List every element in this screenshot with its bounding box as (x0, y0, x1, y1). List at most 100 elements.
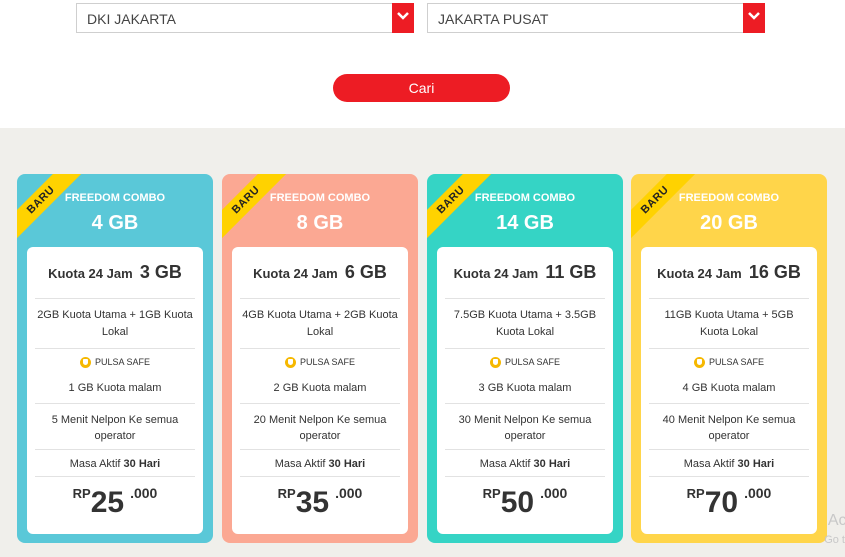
pulsa-safe: PULSA SAFE (240, 357, 400, 369)
call-minutes: 5 Menit Nelpon Ke semua operator (51, 414, 179, 442)
active-period-label: Masa Aktif (683, 458, 735, 470)
shield-icon (489, 357, 501, 369)
night-quota: 4 GB Kuota malam (682, 382, 776, 394)
active-period-value: 30 Hari (123, 458, 161, 470)
pulsa-safe-label: PULSA SAFE (708, 357, 765, 367)
kuota-value: 11 GB (545, 262, 597, 282)
pulsa-safe-label: PULSA SAFE (299, 357, 356, 367)
main-quota: 2GB Kuota Utama + 1GB Kuota Lokal (37, 309, 193, 338)
package-title: FREEDOM COMBO (64, 192, 166, 204)
divider (649, 403, 809, 404)
package-size: 14 GB (496, 212, 554, 234)
chevron-down-icon (397, 12, 409, 20)
divider (445, 476, 605, 477)
price-main: 35 (295, 486, 330, 519)
price-decimal: .000 (130, 485, 158, 501)
divider (445, 348, 605, 349)
city-dropdown-button[interactable] (743, 3, 765, 33)
package-details: Kuota 24 Jam 11 GB 7.5GB Kuota Utama + 3… (437, 247, 613, 534)
city-select-value: JAKARTA PUSAT (438, 11, 549, 27)
pulsa-safe: PULSA SAFE (35, 357, 195, 369)
price: RP35 .000 (232, 485, 408, 520)
package-details: Kuota 24 Jam 6 GB 4GB Kuota Utama + 2GB … (232, 247, 408, 534)
filter-section: DKI JAKARTA JAKARTA PUSAT Cari (0, 0, 845, 128)
kuota-24jam: Kuota 24 Jam 3 GB (35, 262, 195, 283)
price: RP70 .000 (641, 485, 817, 520)
kuota-label: Kuota 24 Jam (253, 266, 338, 281)
province-select[interactable]: DKI JAKARTA (76, 3, 414, 33)
province-dropdown-button[interactable] (392, 3, 414, 33)
active-period-value: 30 Hari (533, 458, 571, 470)
pulsa-safe: PULSA SAFE (445, 357, 605, 369)
kuota-24jam: Kuota 24 Jam 6 GB (240, 262, 400, 283)
active-period: Masa Aktif 30 Hari (445, 458, 605, 470)
price-decimal: .000 (744, 485, 772, 501)
city-select[interactable]: JAKARTA PUSAT (427, 3, 765, 33)
divider (240, 348, 400, 349)
package-title: FREEDOM COMBO (269, 192, 371, 204)
divider (35, 348, 195, 349)
package-details: Kuota 24 Jam 16 GB 11GB Kuota Utama + 5G… (641, 247, 817, 534)
active-period-label: Masa Aktif (479, 458, 531, 470)
price-currency: RP (72, 486, 91, 501)
active-period: Masa Aktif 30 Hari (240, 458, 400, 470)
package-title: FREEDOM COMBO (678, 192, 780, 204)
active-period-value: 30 Hari (737, 458, 775, 470)
kuota-24jam: Kuota 24 Jam 11 GB (445, 262, 605, 283)
price: RP50 .000 (437, 485, 613, 520)
divider (35, 449, 195, 450)
search-button[interactable]: Cari (333, 74, 510, 102)
package-size: 4 GB (91, 212, 139, 234)
pulsa-safe-label: PULSA SAFE (94, 357, 151, 367)
price-decimal: .000 (335, 485, 363, 501)
kuota-24jam: Kuota 24 Jam 16 GB (649, 262, 809, 283)
divider (445, 403, 605, 404)
kuota-value: 16 GB (748, 262, 801, 282)
pulsa-safe-label: PULSA SAFE (504, 357, 561, 367)
main-quota: 11GB Kuota Utama + 5GB Kuota Lokal (664, 309, 794, 338)
divider (649, 449, 809, 450)
active-period-label: Masa Aktif (274, 458, 326, 470)
price-decimal: .000 (540, 485, 568, 501)
kuota-label: Kuota 24 Jam (48, 266, 133, 281)
price-currency: RP (277, 486, 296, 501)
kuota-label: Kuota 24 Jam (453, 266, 539, 281)
price-main: 25 (90, 486, 125, 519)
package-card[interactable]: BARU FREEDOM COMBO 8 GB Kuota 24 Jam 6 G… (222, 174, 418, 543)
activation-watermark-sub: Go t (824, 534, 845, 546)
package-size: 20 GB (700, 212, 758, 234)
main-quota: 7.5GB Kuota Utama + 3.5GB Kuota Lokal (453, 309, 597, 338)
divider (240, 449, 400, 450)
package-card[interactable]: BARU FREEDOM COMBO 4 GB Kuota 24 Jam 3 G… (17, 174, 213, 543)
active-period: Masa Aktif 30 Hari (649, 458, 809, 470)
kuota-value: 6 GB (344, 262, 387, 282)
divider (649, 476, 809, 477)
night-quota: 2 GB Kuota malam (273, 382, 367, 394)
province-select-value: DKI JAKARTA (87, 11, 176, 27)
main-quota: 4GB Kuota Utama + 2GB Kuota Lokal (242, 309, 398, 338)
night-quota: 1 GB Kuota malam (68, 382, 162, 394)
call-minutes: 40 Menit Nelpon Ke semua operator (662, 414, 796, 442)
package-card[interactable]: BARU FREEDOM COMBO 14 GB Kuota 24 Jam 11… (427, 174, 623, 543)
price-currency: RP (482, 486, 501, 501)
shield-icon (693, 357, 705, 369)
shield-icon (284, 357, 296, 369)
night-quota: 3 GB Kuota malam (478, 382, 572, 394)
price: RP25 .000 (27, 485, 203, 520)
active-period: Masa Aktif 30 Hari (35, 458, 195, 470)
divider (240, 403, 400, 404)
package-details: Kuota 24 Jam 3 GB 2GB Kuota Utama + 1GB … (27, 247, 203, 534)
call-minutes: 20 Menit Nelpon Ke semua operator (253, 414, 387, 442)
divider (649, 298, 809, 299)
price-currency: RP (686, 486, 705, 501)
price-main: 70 (704, 486, 739, 519)
divider (240, 476, 400, 477)
active-period-label: Masa Aktif (69, 458, 121, 470)
active-period-value: 30 Hari (328, 458, 366, 470)
package-card[interactable]: BARU FREEDOM COMBO 20 GB Kuota 24 Jam 16… (631, 174, 827, 543)
divider (445, 449, 605, 450)
package-title: FREEDOM COMBO (474, 192, 576, 204)
shield-icon (79, 357, 91, 369)
call-minutes: 30 Menit Nelpon Ke semua operator (458, 414, 592, 442)
divider (35, 403, 195, 404)
